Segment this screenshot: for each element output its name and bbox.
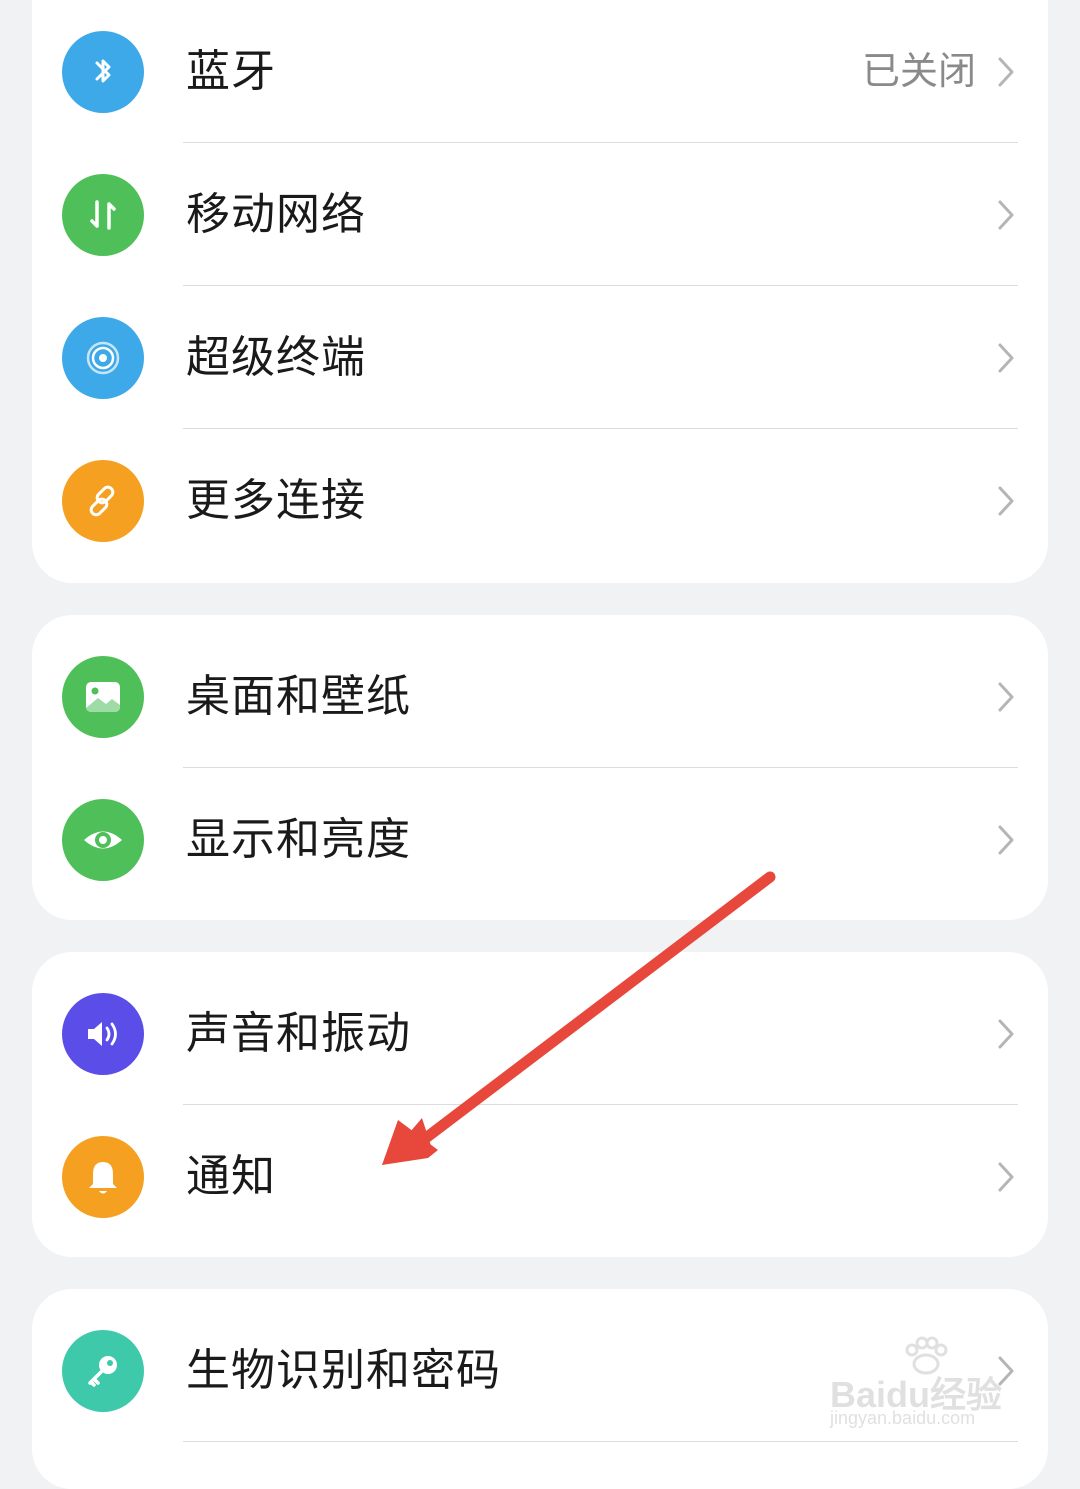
setting-row-sound[interactable]: 声音和振动 (32, 962, 1048, 1105)
chevron-right-icon (998, 343, 1014, 373)
setting-label: 移动网络 (186, 189, 366, 240)
setting-label: 生物识别和密码 (186, 1345, 501, 1396)
chevron-right-icon (998, 1019, 1014, 1049)
watermark-url: jingyan.baidu.com (830, 1408, 976, 1428)
wallpaper-icon (62, 656, 144, 738)
baidu-watermark: Baidu经验 jingyan.baidu.com (826, 1336, 1026, 1436)
chevron-right-icon (998, 825, 1014, 855)
display-card: 桌面和壁纸 显示和亮度 (32, 615, 1048, 920)
mobile-data-icon (62, 174, 144, 256)
connectivity-card: 蓝牙 已关闭 移动网络 超级终端 更多连接 (32, 0, 1048, 583)
setting-label: 桌面和壁纸 (186, 671, 411, 722)
setting-label: 显示和亮度 (186, 814, 411, 865)
eye-icon (62, 799, 144, 881)
bluetooth-status: 已关闭 (861, 49, 976, 93)
setting-label: 更多连接 (186, 475, 366, 526)
chevron-right-icon (998, 200, 1014, 230)
setting-row-bluetooth[interactable]: 蓝牙 已关闭 (32, 0, 1048, 143)
setting-row-mobile-network[interactable]: 移动网络 (32, 143, 1048, 286)
setting-row-wallpaper[interactable]: 桌面和壁纸 (32, 625, 1048, 768)
setting-row-more-connections[interactable]: 更多连接 (32, 429, 1048, 572)
setting-row-display[interactable]: 显示和亮度 (32, 768, 1048, 911)
chevron-right-icon (998, 682, 1014, 712)
setting-label: 超级终端 (186, 332, 366, 383)
key-icon (62, 1330, 144, 1412)
sound-notification-card: 声音和振动 通知 (32, 952, 1048, 1257)
setting-label: 蓝牙 (186, 46, 276, 97)
link-icon (62, 460, 144, 542)
bluetooth-icon (62, 31, 144, 113)
chevron-right-icon (998, 486, 1014, 516)
setting-label: 通知 (186, 1151, 276, 1202)
setting-row-notifications[interactable]: 通知 (32, 1105, 1048, 1248)
speaker-icon (62, 993, 144, 1075)
super-device-icon (62, 317, 144, 399)
setting-label: 声音和振动 (186, 1008, 411, 1059)
bell-icon (62, 1136, 144, 1218)
divider (183, 1441, 1018, 1442)
chevron-right-icon (998, 57, 1014, 87)
chevron-right-icon (998, 1162, 1014, 1192)
setting-row-super-device[interactable]: 超级终端 (32, 286, 1048, 429)
